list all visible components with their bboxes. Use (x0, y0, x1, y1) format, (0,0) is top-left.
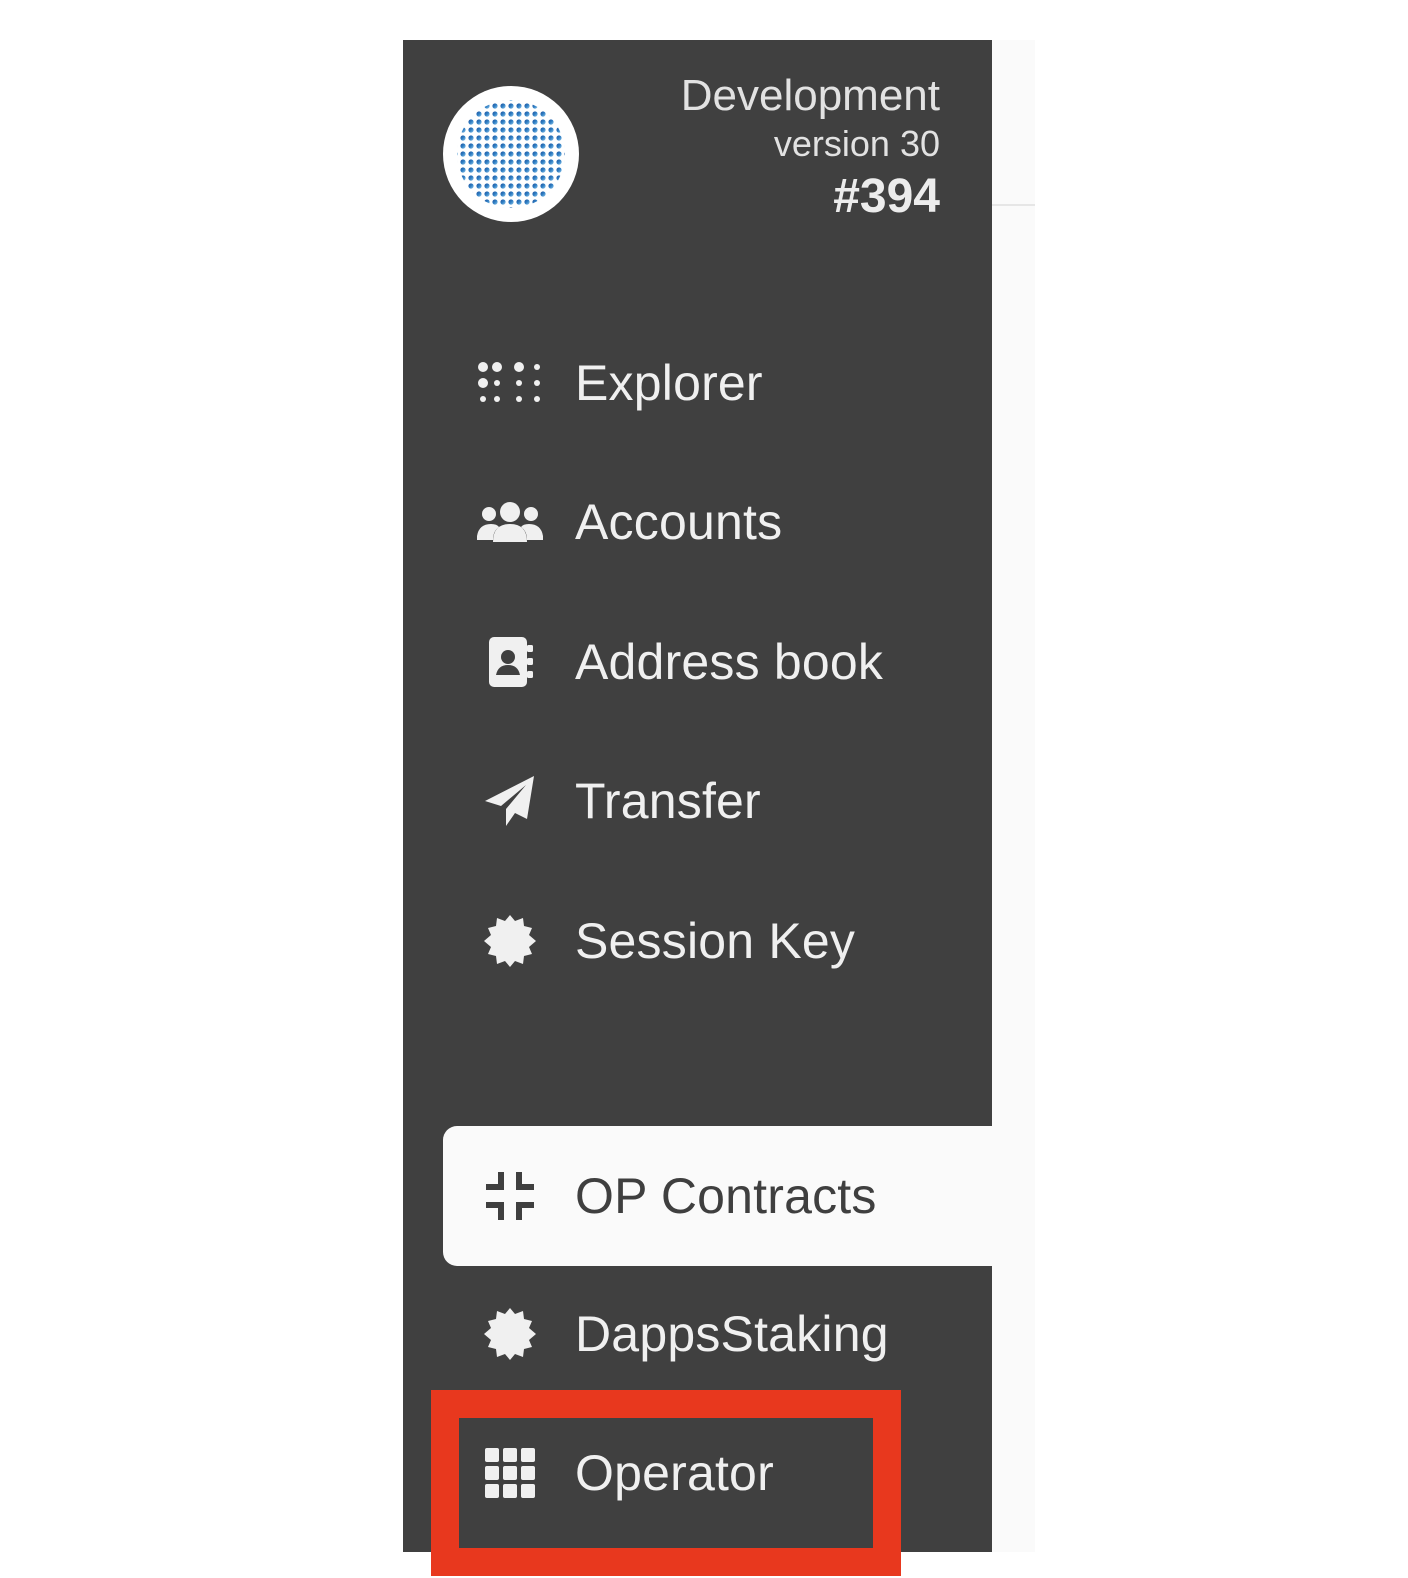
sidebar-item-explorer[interactable]: Explorer (443, 313, 992, 453)
sidebar-item-dapps-staking[interactable]: DappsStaking (443, 1264, 992, 1404)
chain-logo[interactable] (443, 86, 579, 222)
content-divider (992, 204, 1035, 206)
sidebar-item-session-key[interactable]: Session Key (443, 871, 992, 1011)
best-block-number: #394 (833, 170, 940, 223)
main-content-area (992, 40, 1035, 1552)
sidebar-item-label: Accounts (575, 494, 783, 550)
sidebar: Development version 30 #394 Explorer Acc… (403, 40, 992, 1576)
sidebar-item-op-contracts[interactable]: OP Contracts (443, 1126, 992, 1266)
chain-name: Development (680, 71, 940, 120)
sidebar-item-label: Explorer (575, 355, 763, 411)
sidebar-item-address-book[interactable]: Address book (443, 592, 992, 732)
highlight-box (431, 1390, 901, 1576)
sidebar-item-label: Session Key (575, 913, 856, 969)
chain-version: version 30 (773, 123, 940, 164)
sidebar-item-label: Address book (575, 634, 884, 690)
address-book-icon (477, 629, 543, 695)
sidebar-item-transfer[interactable]: Transfer (443, 731, 992, 871)
certificate-icon (477, 908, 543, 974)
users-icon (477, 489, 543, 555)
sidebar-item-accounts[interactable]: Accounts (443, 452, 992, 592)
compress-icon (477, 1163, 543, 1229)
chain-info: Development version 30 #394 (681, 68, 940, 228)
certificate-icon (477, 1301, 543, 1367)
globe-logo-icon (457, 100, 565, 208)
sidebar-item-label: OP Contracts (575, 1168, 877, 1224)
paper-plane-icon (477, 768, 543, 834)
sidebar-item-label: DappsStaking (575, 1306, 889, 1362)
sidebar-item-label: Transfer (575, 773, 761, 829)
explorer-icon (477, 350, 543, 416)
